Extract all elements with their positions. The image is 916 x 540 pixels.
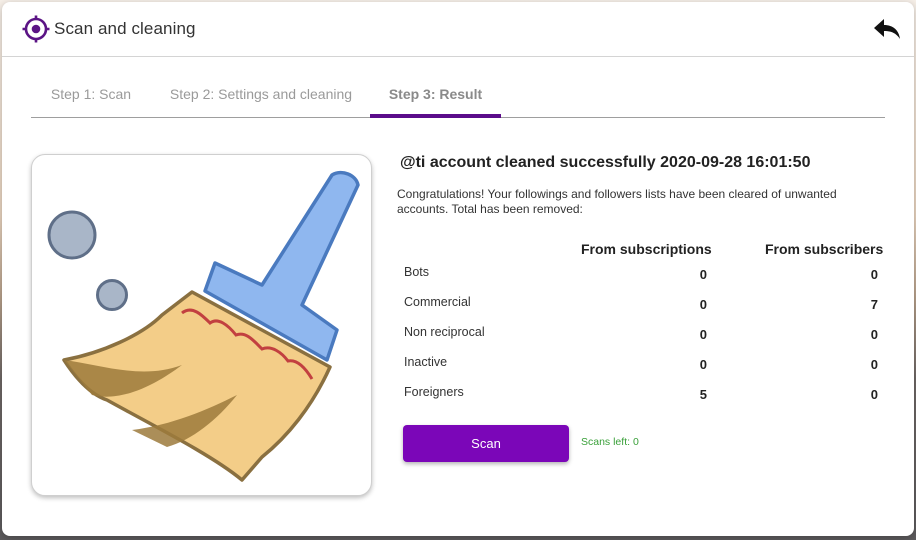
row-label-inactive: Inactive <box>404 355 448 369</box>
scan-button[interactable]: Scan <box>403 425 569 462</box>
tab-step-3-result[interactable]: Step 3: Result <box>370 76 501 117</box>
scans-left-counter: Scans left: 0 <box>581 436 639 448</box>
commercial-subscribers-value: 7 <box>870 297 878 312</box>
undo-arrow-icon[interactable] <box>872 16 902 42</box>
tab-step-1-scan[interactable]: Step 1: Scan <box>31 76 151 117</box>
row-label-foreigners: Foreigners <box>404 385 464 399</box>
broom-icon <box>47 170 360 482</box>
tab-step-2-settings[interactable]: Step 2: Settings and cleaning <box>161 76 361 117</box>
foreigners-subscriptions-value: 5 <box>699 387 707 402</box>
crosshair-target-icon <box>22 15 50 43</box>
step-tabs: Step 1: Scan Step 2: Settings and cleani… <box>31 76 885 118</box>
dialog-title: Scan and cleaning <box>54 19 196 38</box>
col-header-subscriptions: From subscriptions <box>581 241 712 257</box>
inactive-subscriptions-value: 0 <box>699 357 707 372</box>
non-reciprocal-subscriptions-value: 0 <box>699 327 707 342</box>
result-title: @ti account cleaned successfully 2020-09… <box>400 154 811 171</box>
foreigners-subscribers-value: 0 <box>870 387 878 402</box>
row-label-bots: Bots <box>404 265 430 279</box>
commercial-subscriptions-value: 0 <box>699 297 707 312</box>
inactive-subscribers-value: 0 <box>870 357 878 372</box>
bots-subscribers-value: 0 <box>870 267 878 282</box>
active-tab-indicator <box>370 114 501 118</box>
result-message: Congratulations! Your followings and fol… <box>397 187 837 216</box>
scan-dialog: Scan and cleaning Step 1: Scan Step 2: S… <box>2 2 914 536</box>
bots-subscriptions-value: 0 <box>699 267 707 282</box>
illustration-card <box>31 154 372 496</box>
dialog-header: Scan and cleaning <box>2 2 914 57</box>
row-label-non-reciprocal: Non reciprocal <box>404 325 485 339</box>
col-header-subscribers: From subscribers <box>765 241 884 257</box>
row-label-commercial: Commercial <box>404 295 471 309</box>
non-reciprocal-subscribers-value: 0 <box>870 327 878 342</box>
